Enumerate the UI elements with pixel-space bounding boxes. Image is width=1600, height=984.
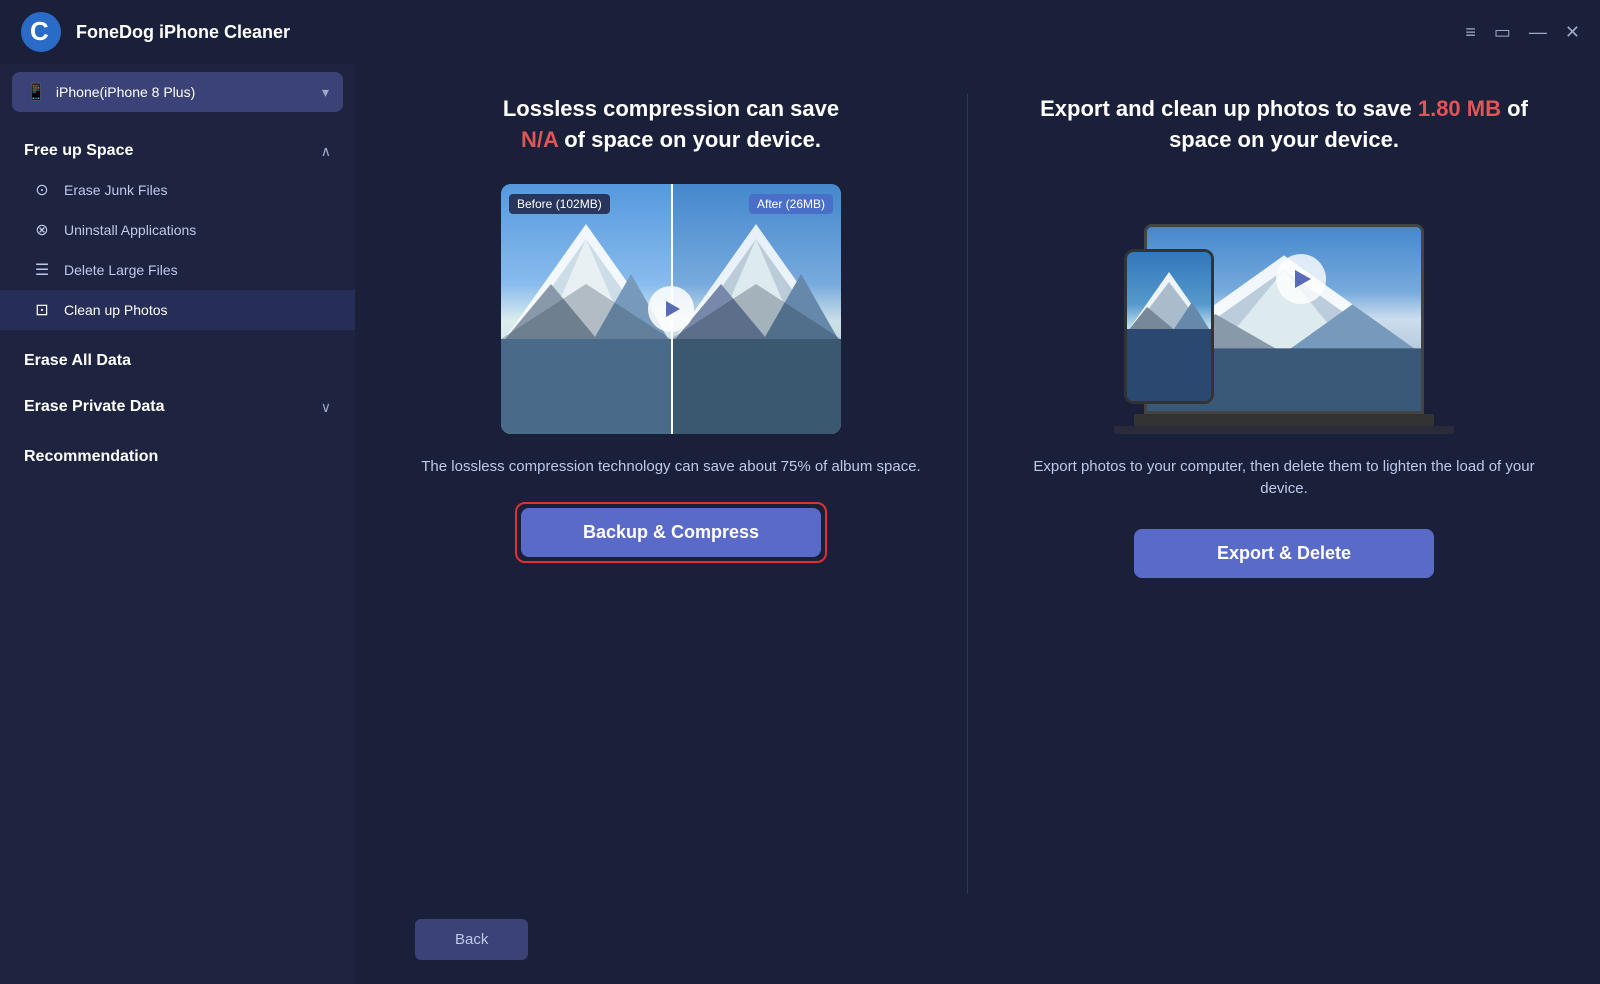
- erase-private-data-chevron-icon: ∨: [321, 399, 331, 416]
- backup-compress-border: Backup & Compress: [515, 502, 827, 563]
- laptop-foot: [1114, 426, 1454, 434]
- export-heading: Export and clean up photos to save 1.80 …: [1028, 94, 1540, 156]
- free-up-space-chevron-icon: ∧: [321, 143, 331, 160]
- sidebar-item-uninstall-applications[interactable]: ⊗ Uninstall Applications: [0, 210, 355, 250]
- content-panels: Lossless compression can save N/A of spa…: [355, 64, 1600, 894]
- title-bar-controls: ≡ ▭ — ✕: [1465, 23, 1580, 41]
- device-icon: 📱: [26, 82, 46, 102]
- sidebar-item-recommendation[interactable]: Recommendation: [0, 434, 355, 480]
- main-layout: 📱 iPhone(iPhone 8 Plus) ▾ Free up Space …: [0, 64, 1600, 984]
- nav-section-header-free-up-space[interactable]: Free up Space ∧: [0, 128, 355, 170]
- compare-after-panel: [671, 184, 841, 434]
- back-button[interactable]: Back: [415, 919, 528, 960]
- free-up-space-title: Free up Space: [24, 142, 133, 160]
- close-icon[interactable]: ✕: [1565, 23, 1580, 41]
- clock-icon: ⊙: [32, 180, 52, 200]
- phone-screen: [1127, 252, 1211, 401]
- image-compare: Before (102MB) After (26MB): [501, 184, 841, 434]
- compress-highlight: N/A: [521, 127, 558, 152]
- device-selector[interactable]: 📱 iPhone(iPhone 8 Plus) ▾: [12, 72, 343, 112]
- backup-compress-button[interactable]: Backup & Compress: [521, 508, 821, 557]
- panel-compress: Lossless compression can save N/A of spa…: [415, 94, 968, 894]
- play-button-right[interactable]: [1276, 254, 1326, 304]
- erase-private-data-title: Erase Private Data: [24, 398, 165, 416]
- bottom-bar: Back: [355, 894, 1600, 984]
- svg-text:C: C: [30, 16, 49, 46]
- export-description: Export photos to your computer, then del…: [1028, 456, 1540, 501]
- sidebar-item-label: Uninstall Applications: [64, 222, 196, 238]
- sidebar-item-delete-large-files[interactable]: ☰ Delete Large Files: [0, 250, 355, 290]
- panel-export: Export and clean up photos to save 1.80 …: [968, 94, 1540, 894]
- sidebar-item-label: Erase Junk Files: [64, 182, 167, 198]
- photos-icon: ⊡: [32, 300, 52, 320]
- minimize-icon[interactable]: —: [1529, 23, 1547, 41]
- sidebar-item-label: Clean up Photos: [64, 302, 168, 318]
- menu-icon[interactable]: ≡: [1465, 23, 1476, 41]
- nav-section-erase-private-data: Erase Private Data ∨: [0, 384, 355, 434]
- device-chevron-icon: ▾: [322, 84, 329, 101]
- compress-heading: Lossless compression can save N/A of spa…: [503, 94, 839, 156]
- chat-icon[interactable]: ▭: [1494, 23, 1511, 41]
- compare-label-before: Before (102MB): [509, 194, 610, 214]
- device-name: iPhone(iPhone 8 Plus): [56, 84, 195, 100]
- app-logo-icon: C: [20, 11, 62, 53]
- sidebar-item-clean-up-photos[interactable]: ⊡ Clean up Photos: [0, 290, 355, 330]
- uninstall-icon: ⊗: [32, 220, 52, 240]
- sidebar-item-erase-junk-files[interactable]: ⊙ Erase Junk Files: [0, 170, 355, 210]
- export-delete-button[interactable]: Export & Delete: [1134, 529, 1434, 578]
- title-bar: C FoneDog iPhone Cleaner ≡ ▭ — ✕: [0, 0, 1600, 64]
- sidebar-item-label: Delete Large Files: [64, 262, 178, 278]
- play-triangle-icon: [666, 301, 680, 317]
- nav-section-free-up-space: Free up Space ∧ ⊙ Erase Junk Files ⊗ Uni…: [0, 128, 355, 338]
- compress-description: The lossless compression technology can …: [421, 456, 920, 479]
- play-triangle-right-icon: [1295, 270, 1311, 288]
- files-icon: ☰: [32, 260, 52, 280]
- content-area: Lossless compression can save N/A of spa…: [355, 64, 1600, 984]
- nav-section-header-erase-private-data[interactable]: Erase Private Data ∨: [0, 384, 355, 426]
- compare-label-after: After (26MB): [749, 194, 833, 214]
- compare-before-panel: [501, 184, 671, 434]
- play-button[interactable]: [648, 286, 694, 332]
- sidebar-item-erase-all-data[interactable]: Erase All Data: [0, 338, 355, 384]
- app-title: FoneDog iPhone Cleaner: [76, 22, 290, 43]
- device-display: [1114, 184, 1454, 434]
- sidebar: 📱 iPhone(iPhone 8 Plus) ▾ Free up Space …: [0, 64, 355, 984]
- title-bar-left: C FoneDog iPhone Cleaner: [20, 11, 290, 53]
- export-highlight: 1.80 MB: [1418, 96, 1501, 121]
- phone-device-icon: [1124, 249, 1214, 404]
